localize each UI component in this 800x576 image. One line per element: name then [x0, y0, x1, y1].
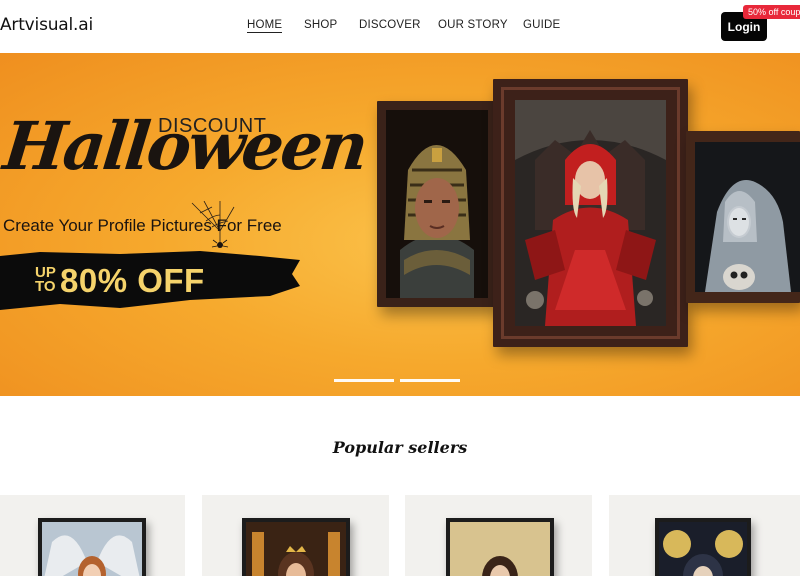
red-queen-portrait-frame: [493, 79, 688, 347]
nav-home[interactable]: HOME: [247, 19, 283, 33]
ghost-bride-portrait-frame: [686, 131, 800, 303]
product-card-3[interactable]: [405, 495, 592, 576]
product-frame-1: [38, 518, 146, 576]
nav-guide[interactable]: GUIDE: [523, 19, 560, 31]
coupon-badge[interactable]: 50% off coupon: [743, 5, 800, 19]
product-frame-2: [242, 518, 350, 576]
hero-up-to-label: UP TO: [35, 264, 56, 295]
site-header: Artvisual.ai HOME SHOP DISCOVER OUR STOR…: [0, 0, 800, 53]
hero-discount-label: DISCOUNT: [158, 115, 267, 137]
nav-our-story[interactable]: OUR STORY: [438, 19, 508, 31]
red-queen-portrait-image: [515, 100, 666, 326]
moon-witch-portrait-image: [659, 522, 747, 576]
hero-banner[interactable]: Halloween DISCOUNT Create Your Profile P…: [0, 53, 800, 396]
nav-shop[interactable]: SHOP: [304, 19, 337, 31]
site-logo[interactable]: Artvisual.ai: [0, 15, 93, 35]
classic-painting-portrait-image: [450, 522, 550, 576]
angel-portrait-image: [42, 522, 142, 576]
nav-discover[interactable]: DISCOVER: [359, 19, 421, 31]
product-card-2[interactable]: [202, 495, 389, 576]
popular-sellers-title: Popular sellers: [332, 438, 468, 457]
ghost-bride-portrait-image: [695, 142, 800, 292]
crowned-princess-portrait-image: [246, 522, 346, 576]
hero-discount-amount: 80% OFF: [60, 262, 205, 299]
hero-subtitle: Create Your Profile Pictures For Free: [3, 216, 282, 235]
product-frame-4: [655, 518, 751, 576]
product-card-1[interactable]: [0, 495, 185, 576]
pharaoh-portrait-frame: [377, 101, 497, 307]
product-card-4[interactable]: [609, 495, 800, 576]
pharaoh-portrait-image: [386, 110, 488, 298]
carousel-dot-1[interactable]: [334, 379, 394, 382]
product-frame-3: [446, 518, 554, 576]
carousel-dot-2[interactable]: [400, 379, 460, 382]
